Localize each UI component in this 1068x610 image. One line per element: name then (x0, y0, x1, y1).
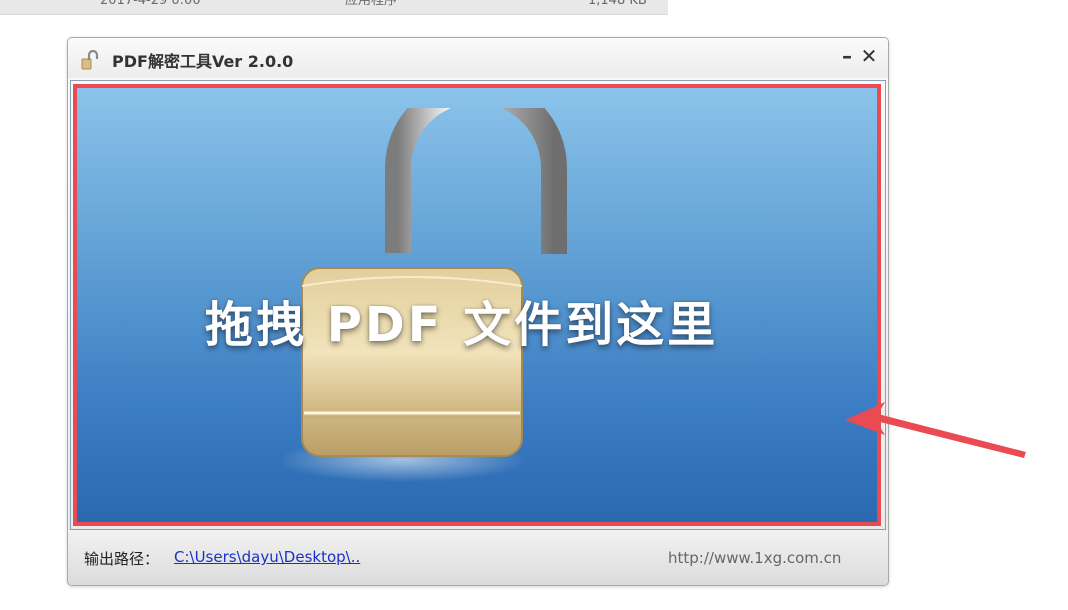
window-title: PDF解密工具Ver 2.0.0 (112, 52, 294, 71)
padlock-icon (81, 50, 99, 70)
drop-instruction: 拖拽 PDF 文件到这里 (205, 297, 719, 353)
file-date: 2017-4-29 0:00 (100, 0, 201, 8)
file-size: 1,148 KB (588, 0, 647, 8)
output-path-label: 输出路径： (84, 550, 160, 568)
close-button[interactable]: ✕ (858, 45, 880, 67)
file-type: 应用程序 (345, 0, 398, 8)
background-file-row: 2017-4-29 0:00 应用程序 1,148 KB (0, 0, 668, 15)
annotation-arrow-icon (845, 402, 1026, 458)
app-window: PDF解密工具Ver 2.0.0 – ✕ 拖拽 PDF 文件到这里 输出路径： … (67, 37, 889, 586)
pdf-drop-zone[interactable]: 拖拽 PDF 文件到这里 (73, 84, 881, 526)
status-bar: 输出路径： C:\Users\dayu\Desktop\.. http://ww… (68, 530, 888, 585)
minimize-button[interactable]: – (836, 45, 858, 67)
output-path-link[interactable]: C:\Users\dayu\Desktop\.. (174, 548, 360, 566)
website-text: http://www.1xg.com.cn (668, 549, 842, 567)
title-bar[interactable]: PDF解密工具Ver 2.0.0 – ✕ (68, 38, 888, 78)
